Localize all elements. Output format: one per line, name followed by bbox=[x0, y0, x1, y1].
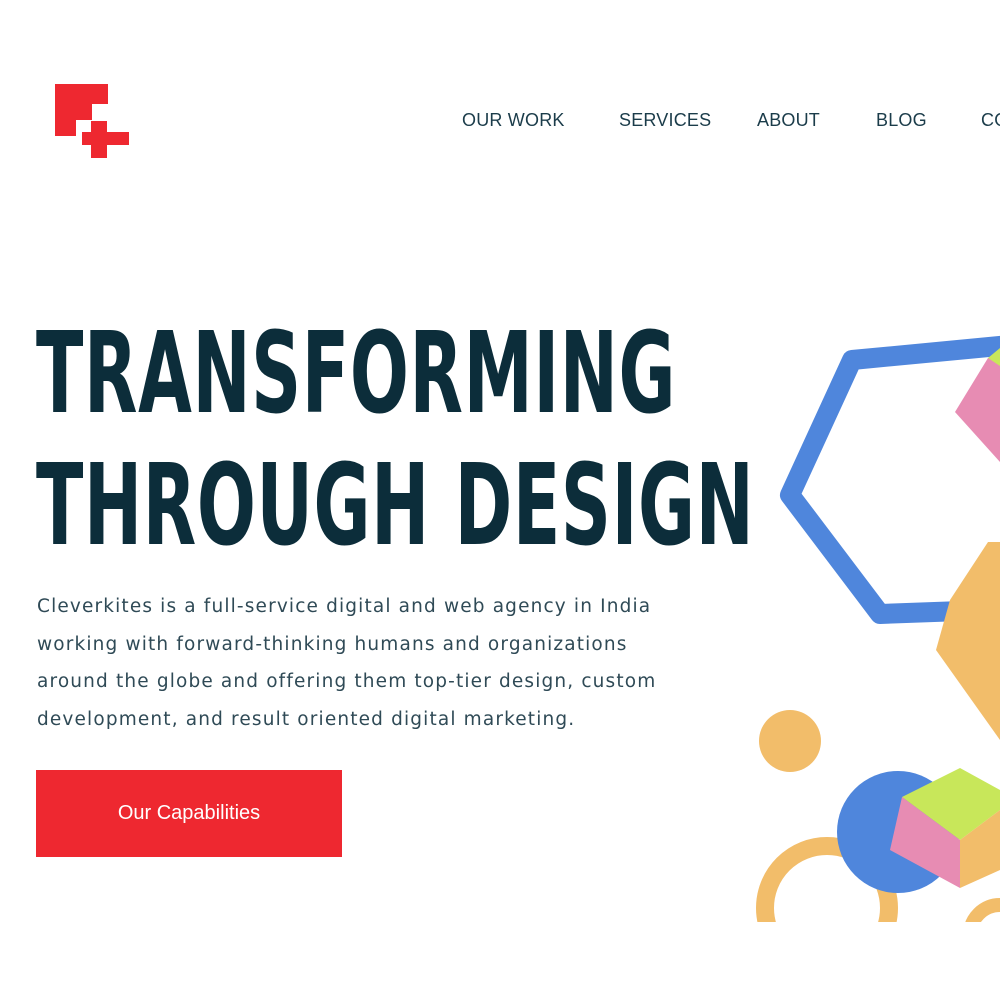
nav-contact[interactable]: CO bbox=[981, 110, 1000, 131]
hero-title: TRANSFORMING THROUGH DESIGN bbox=[36, 308, 754, 572]
small-orange-circle-icon bbox=[759, 710, 821, 772]
nav-our-work[interactable]: OUR WORK bbox=[462, 110, 565, 131]
hero-title-line-1: TRANSFORMING bbox=[36, 309, 677, 439]
hero-description-line-4: development, and result oriented digital… bbox=[37, 708, 576, 730]
hero-description-line-1: Cleverkites is a full-service digital an… bbox=[37, 596, 652, 617]
nav-blog[interactable]: BLOG bbox=[876, 110, 927, 131]
pink-cube-top-icon bbox=[955, 352, 1000, 462]
brand-logo-icon[interactable] bbox=[55, 84, 129, 158]
orange-hexagon-icon bbox=[936, 542, 1000, 740]
hero-title-line-2: THROUGH DESIGN bbox=[36, 441, 755, 571]
decorative-shapes-icon bbox=[740, 335, 1000, 925]
hero-description-line-2: working with forward-thinking humans and… bbox=[37, 633, 628, 655]
nav-services[interactable]: SERVICES bbox=[619, 110, 711, 131]
nav-about[interactable]: ABOUT bbox=[757, 110, 820, 131]
our-capabilities-button[interactable]: Our Capabilities bbox=[36, 770, 342, 857]
hero-description: Cleverkites is a full-service digital an… bbox=[37, 588, 737, 738]
hero-description-line-3: around the globe and offering them top-t… bbox=[37, 671, 657, 692]
